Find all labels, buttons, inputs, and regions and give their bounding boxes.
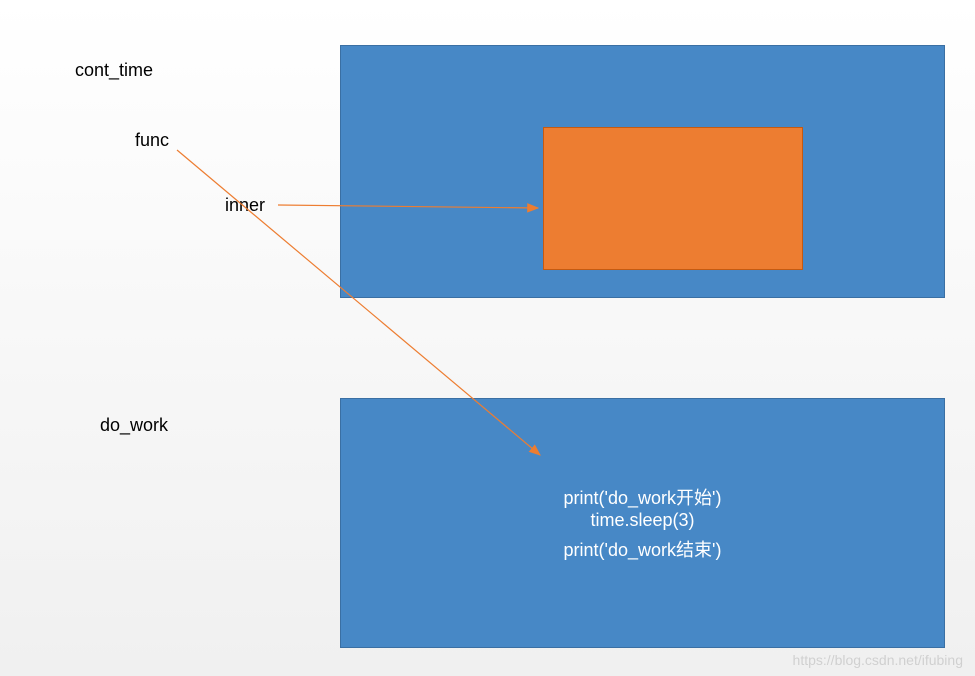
code-line-3: print('do_work结束') bbox=[340, 536, 945, 562]
code-line-1: print('do_work开始') bbox=[340, 484, 945, 510]
label-inner: inner bbox=[225, 195, 265, 216]
label-cont-time: cont_time bbox=[75, 60, 153, 81]
label-do-work: do_work bbox=[100, 415, 168, 436]
inner-orange-box bbox=[543, 127, 803, 270]
code-line-2: time.sleep(3) bbox=[340, 510, 945, 531]
label-func: func bbox=[135, 130, 169, 151]
watermark-text: https://blog.csdn.net/ifubing bbox=[793, 652, 963, 668]
